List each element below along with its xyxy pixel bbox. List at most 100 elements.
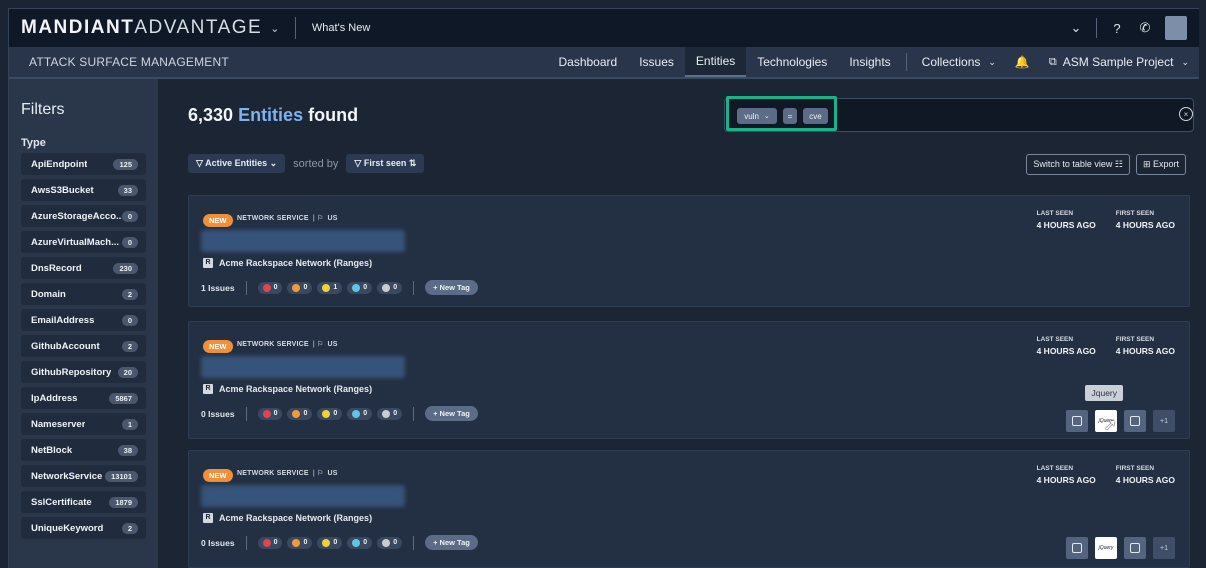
close-icon[interactable]: × <box>1179 107 1193 121</box>
last-seen-value: 4 HOURS AGO <box>1036 220 1096 230</box>
severity-count: 0 <box>347 536 373 549</box>
active-entities-filter[interactable]: ▽ Active Entities ⌄ <box>188 154 286 173</box>
entity-card[interactable]: NEW NETWORK SERVICE | ⚐ US R Acme Rackspac… <box>188 195 1190 307</box>
filter-item[interactable]: GithubRepository 20 <box>21 361 146 383</box>
chevron-down-icon: ⌄ <box>267 158 278 168</box>
severity-count: 0 <box>347 407 373 420</box>
flag-icon: | ⚐ <box>312 215 324 222</box>
filter-count-badge: 125 <box>113 158 138 170</box>
severity-count: 0 <box>287 281 313 294</box>
chip-icon <box>1130 543 1140 553</box>
redacted-entity-name[interactable] <box>201 485 405 507</box>
technology-icon[interactable] <box>1066 410 1088 432</box>
filter-item[interactable]: IpAddress 5867 <box>21 387 146 409</box>
filter-count-badge: 5867 <box>109 392 138 404</box>
new-tag-button[interactable]: + New Tag <box>425 280 478 295</box>
jquery-logo-icon[interactable]: jQuery <box>1095 537 1117 559</box>
severity-dot <box>352 538 361 547</box>
sort-button[interactable]: ▽ First seen ⇅ <box>346 154 425 173</box>
filter-label: DnsRecord <box>31 262 82 274</box>
project-selector[interactable]: ⧉ ASM Sample Project ⌄ <box>1038 47 1199 77</box>
new-tag-button[interactable]: + New Tag <box>425 406 478 421</box>
bell-icon[interactable]: 🔔 <box>1007 47 1038 77</box>
technology-icon[interactable] <box>1124 537 1146 559</box>
divider <box>294 17 296 39</box>
more-technologies-button[interactable]: +1 <box>1153 410 1175 432</box>
filter-count-badge: 1879 <box>109 496 138 508</box>
filter-item[interactable]: GithubAccount 2 <box>21 335 146 357</box>
brand-suffix: ADVANTAGE <box>134 17 263 38</box>
tab-entities[interactable]: Entities <box>684 47 747 77</box>
redacted-entity-name[interactable] <box>201 230 405 252</box>
export-button[interactable]: ⊞ Export <box>1135 154 1186 175</box>
filter-item[interactable]: NetworkService 13101 <box>21 465 146 487</box>
chevron-down-icon: ⌄ <box>1181 56 1189 67</box>
switch-view-button[interactable]: Switch to table view ☷ <box>1026 154 1130 175</box>
filter-item[interactable]: DnsRecord 230 <box>21 257 146 279</box>
redacted-entity-name[interactable] <box>201 356 405 378</box>
filter-item[interactable]: AzureVirtualMach... 0 <box>21 231 146 253</box>
filter-item[interactable]: SslCertificate 1879 <box>21 491 146 513</box>
filter-item[interactable]: UniqueKeyword 2 <box>21 517 146 539</box>
technology-icon[interactable] <box>1124 410 1146 432</box>
entity-meta: NETWORK SERVICE | ⚐ US <box>237 340 338 348</box>
avatar[interactable] <box>1165 16 1187 40</box>
filter-item[interactable]: NetBlock 38 <box>21 439 146 461</box>
entity-card[interactable]: NEW NETWORK SERVICE | ⚐ US R Acme Rackspac… <box>188 321 1190 439</box>
flag-icon: | ⚐ <box>312 341 324 348</box>
filter-item[interactable]: ApiEndpoint 125 <box>21 153 146 175</box>
entity-meta: NETWORK SERVICE | ⚐ US <box>237 469 338 477</box>
severity-dot <box>262 538 271 547</box>
filter-item[interactable]: Nameserver 1 <box>21 413 146 435</box>
entity-meta: NETWORK SERVICE | ⚐ US <box>237 214 338 222</box>
new-tag-button[interactable]: + New Tag <box>425 535 478 550</box>
range-icon: R <box>203 258 213 268</box>
divider <box>1096 18 1097 38</box>
tab-dashboard[interactable]: Dashboard <box>547 47 628 77</box>
tooltip: Jquery <box>1085 385 1123 401</box>
filter-count-badge: 1 <box>121 418 138 430</box>
filter-item[interactable]: Domain 2 <box>21 283 146 305</box>
first-seen-label: FIRST SEEN <box>1115 465 1155 472</box>
network-name[interactable]: Acme Rackspace Network (Ranges) <box>219 513 372 523</box>
brand-name: MANDIANT <box>21 17 135 38</box>
flag-icon: | ⚐ <box>312 470 324 477</box>
technology-icon[interactable] <box>1066 537 1088 559</box>
severity-value: 0 <box>333 539 338 546</box>
more-technologies-button[interactable]: +1 <box>1153 537 1175 559</box>
severity-count: 0 <box>257 281 283 294</box>
tab-issues[interactable]: Issues <box>628 47 685 77</box>
chip-icon <box>1072 543 1082 553</box>
help-icon[interactable]: ? <box>1109 21 1125 36</box>
filter-item[interactable]: EmailAddress 0 <box>21 309 146 331</box>
whats-new-link[interactable]: What's New <box>312 22 370 34</box>
filter-label: EmailAddress <box>31 314 95 326</box>
last-seen-label: LAST SEEN <box>1036 465 1074 472</box>
collections-menu[interactable]: Collections ⌄ <box>911 47 1007 77</box>
filter-item[interactable]: AwsS3Bucket 33 <box>21 179 146 201</box>
entity-card[interactable]: NEW NETWORK SERVICE | ⚐ US R Acme Rackspac… <box>188 450 1190 568</box>
filter-count-badge: 230 <box>113 262 138 274</box>
divider <box>905 53 907 71</box>
severity-dot <box>352 409 361 418</box>
network-name[interactable]: Acme Rackspace Network (Ranges) <box>219 258 372 268</box>
network-name[interactable]: Acme Rackspace Network (Ranges) <box>219 384 372 394</box>
tab-technologies[interactable]: Technologies <box>746 47 838 77</box>
entity-country: US <box>327 341 338 348</box>
filters-sidebar: Filters Type ApiEndpoint 125 AwsS3Bucket 33… <box>9 79 158 568</box>
export-icon: ⊞ <box>1142 159 1153 169</box>
filter-label: GithubRepository <box>31 366 112 378</box>
chevron-down-icon[interactable]: ⌄ <box>1068 20 1084 36</box>
brand-logo[interactable]: MANDIANT ADVANTAGE ⌄ <box>21 17 281 39</box>
filter-label: NetworkService <box>31 470 103 482</box>
main-content: 6,330 Entities found vuln ⌄ = cve × ▽ Act… <box>158 79 1199 568</box>
severity-value: 0 <box>273 284 278 291</box>
filter-label: AzureStorageAcco... <box>31 210 122 222</box>
type-filter-list: ApiEndpoint 125 AwsS3Bucket 33 AzureStorageA… <box>21 153 146 539</box>
filter-label: SslCertificate <box>31 496 92 508</box>
filter-item[interactable]: AzureStorageAcco... 0 <box>21 205 146 227</box>
phone-icon[interactable]: ✆ <box>1137 20 1153 36</box>
first-seen-label: FIRST SEEN <box>1115 210 1155 217</box>
tab-insights[interactable]: Insights <box>838 47 901 77</box>
chip-icon <box>1072 416 1082 426</box>
